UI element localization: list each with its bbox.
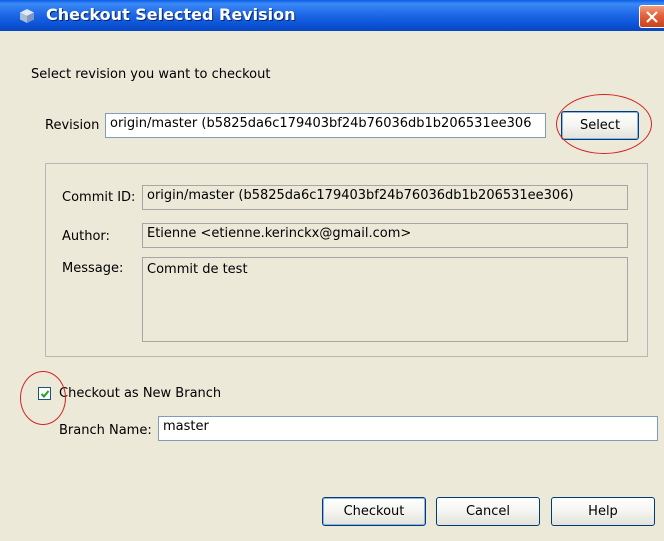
netbeans-cube-icon xyxy=(19,8,35,24)
author-label: Author: xyxy=(62,229,110,244)
close-icon xyxy=(646,11,658,23)
instructions-text: Select revision you want to checkout xyxy=(31,67,271,82)
new-branch-checkbox[interactable] xyxy=(38,387,51,400)
window-title: Checkout Selected Revision xyxy=(46,5,296,24)
commit-id-field: origin/master (b5825da6c179403bf24b76036… xyxy=(142,185,628,210)
branch-name-input[interactable]: master xyxy=(158,416,658,441)
new-branch-checkbox-label[interactable]: Checkout as New Branch xyxy=(59,386,221,401)
checkout-dialog: Checkout Selected Revision Select revisi… xyxy=(0,0,664,541)
title-bar[interactable]: Checkout Selected Revision xyxy=(0,0,664,31)
author-field: Etienne <etienne.kerinckx@gmail.com> xyxy=(142,223,628,248)
message-field: Commit de test xyxy=(142,257,628,342)
checkmark-icon xyxy=(40,390,50,398)
commit-id-label: Commit ID: xyxy=(62,190,136,205)
checkout-button[interactable]: Checkout xyxy=(322,497,426,526)
close-button[interactable] xyxy=(639,5,664,28)
revision-label: Revision xyxy=(45,118,100,133)
revision-input[interactable]: origin/master (b5825da6c179403bf24b76036… xyxy=(105,113,546,138)
cancel-button[interactable]: Cancel xyxy=(436,497,540,526)
select-button[interactable]: Select xyxy=(561,111,639,140)
help-button[interactable]: Help xyxy=(551,497,655,526)
message-label: Message: xyxy=(62,261,124,276)
branch-name-label: Branch Name: xyxy=(59,423,152,438)
